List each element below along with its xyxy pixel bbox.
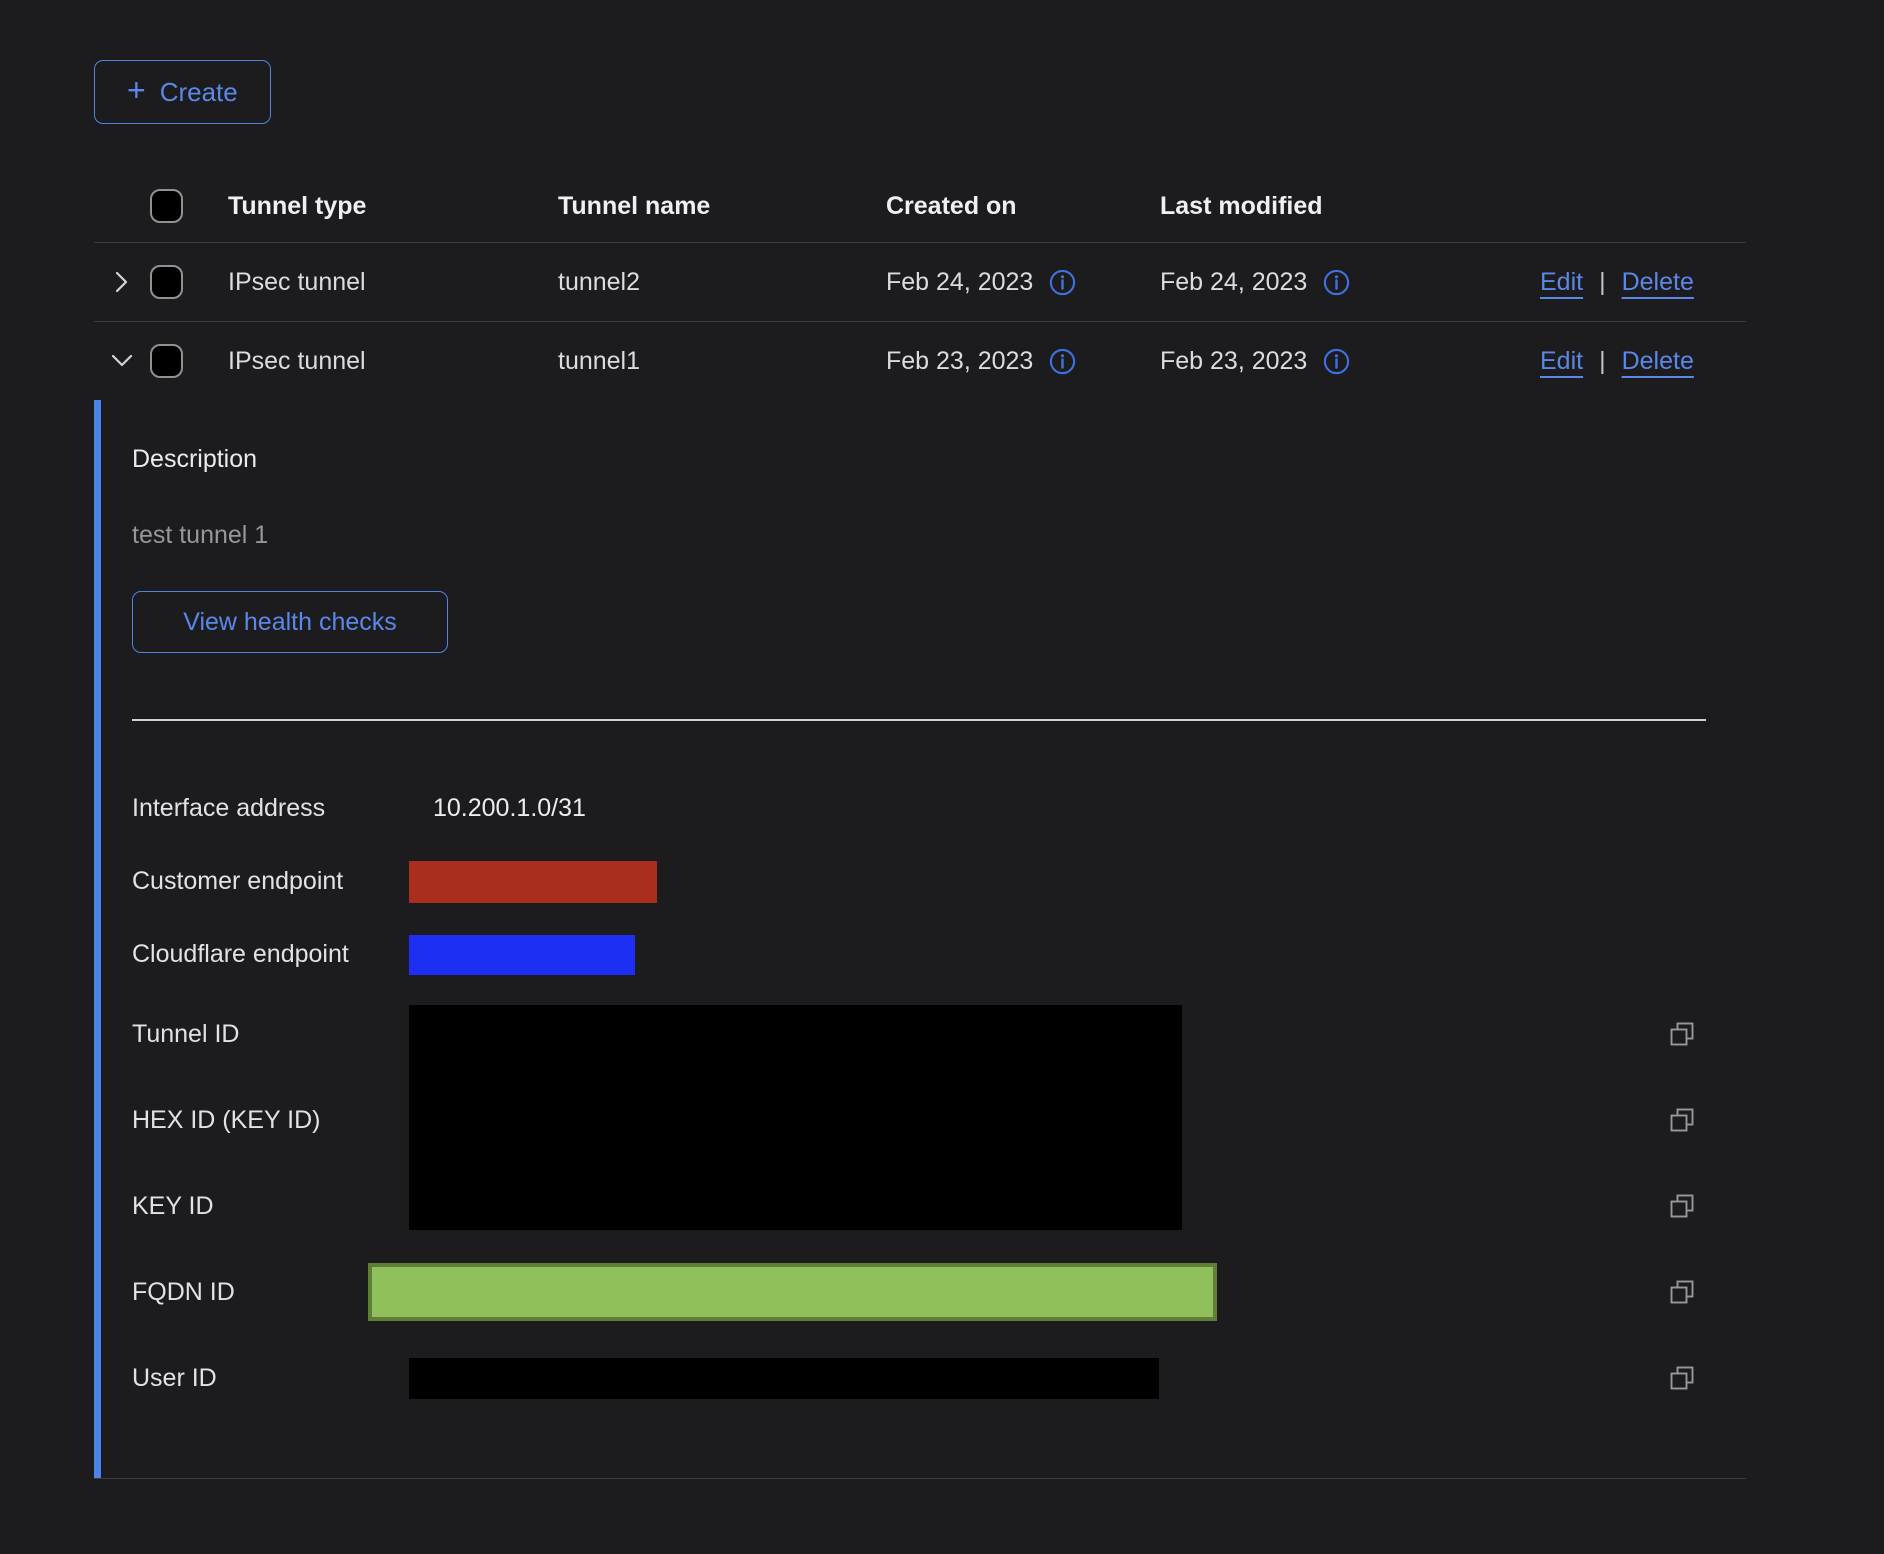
field-cloudflare-endpoint: Cloudflare endpoint bbox=[132, 918, 1746, 991]
created-info-button[interactable] bbox=[1049, 348, 1076, 375]
field-user-id: User ID bbox=[132, 1335, 1746, 1421]
created-info-button[interactable] bbox=[1049, 269, 1076, 296]
modified-info-button[interactable] bbox=[1323, 269, 1350, 296]
field-fqdn-id: FQDN ID bbox=[132, 1249, 1746, 1335]
edit-link[interactable]: Edit bbox=[1540, 347, 1583, 376]
view-health-checks-button[interactable]: View health checks bbox=[132, 591, 448, 653]
cell-created-on: Feb 23, 2023 bbox=[886, 347, 1160, 376]
cell-tunnel-type: IPsec tunnel bbox=[228, 347, 558, 376]
copy-icon bbox=[1668, 1106, 1696, 1134]
cell-tunnel-name: tunnel1 bbox=[558, 347, 886, 376]
header-tunnel-name: Tunnel name bbox=[558, 192, 886, 221]
fqdn-id-redacted-value bbox=[368, 1263, 1217, 1321]
cell-last-modified: Feb 24, 2023 bbox=[1160, 268, 1540, 297]
delete-link[interactable]: Delete bbox=[1622, 347, 1694, 376]
created-date: Feb 24, 2023 bbox=[886, 268, 1033, 297]
copy-icon bbox=[1668, 1364, 1696, 1392]
select-all-checkbox[interactable] bbox=[150, 189, 183, 223]
field-interface-address: Interface address 10.200.1.0/31 bbox=[132, 772, 1746, 845]
table-row-tunnel1: IPsec tunnel tunnel1 Feb 23, 2023 Feb 23… bbox=[94, 321, 1746, 400]
copy-icon bbox=[1668, 1020, 1696, 1048]
created-date: Feb 23, 2023 bbox=[886, 347, 1033, 376]
copy-icon bbox=[1668, 1278, 1696, 1306]
row-actions: Edit | Delete bbox=[1540, 268, 1746, 297]
table-row-tunnel2: IPsec tunnel tunnel2 Feb 24, 2023 Feb 24… bbox=[94, 242, 1746, 321]
customer-endpoint-label: Customer endpoint bbox=[132, 867, 409, 896]
cloudflare-endpoint-redacted-value bbox=[409, 935, 635, 975]
tunnel-fields: Interface address 10.200.1.0/31 Customer… bbox=[132, 772, 1746, 1421]
copy-fqdn-id-button[interactable] bbox=[1668, 1278, 1696, 1306]
copy-user-id-button[interactable] bbox=[1668, 1364, 1696, 1392]
chevron-right-icon bbox=[109, 269, 135, 295]
info-icon bbox=[1049, 348, 1076, 375]
info-icon bbox=[1323, 348, 1350, 375]
copy-hex-id-button[interactable] bbox=[1668, 1077, 1696, 1163]
field-id-group: Tunnel ID HEX ID (KEY ID) KEY ID bbox=[132, 991, 1746, 1249]
row-actions: Edit | Delete bbox=[1540, 347, 1746, 376]
copy-icon bbox=[1668, 1192, 1696, 1220]
create-button-label: Create bbox=[160, 77, 238, 108]
info-icon bbox=[1323, 269, 1350, 296]
user-id-redacted-value bbox=[409, 1358, 1159, 1399]
actions-separator: | bbox=[1599, 268, 1606, 297]
row-checkbox[interactable] bbox=[150, 265, 183, 299]
header-last-modified: Last modified bbox=[1160, 192, 1540, 221]
customer-endpoint-redacted-value bbox=[409, 861, 657, 903]
delete-link[interactable]: Delete bbox=[1622, 268, 1694, 297]
cloudflare-endpoint-label: Cloudflare endpoint bbox=[132, 940, 409, 969]
tunnel-id-label: Tunnel ID bbox=[132, 991, 409, 1077]
id-group-labels: Tunnel ID HEX ID (KEY ID) KEY ID bbox=[132, 991, 409, 1249]
modified-date: Feb 24, 2023 bbox=[1160, 268, 1307, 297]
create-button[interactable]: + Create bbox=[94, 60, 271, 124]
hex-id-label: HEX ID (KEY ID) bbox=[132, 1077, 409, 1163]
tunnels-table: Tunnel type Tunnel name Created on Last … bbox=[94, 170, 1746, 1479]
expand-row-button[interactable] bbox=[94, 262, 150, 302]
modified-date: Feb 23, 2023 bbox=[1160, 347, 1307, 376]
id-group-copy-buttons bbox=[1668, 991, 1696, 1249]
cell-tunnel-name: tunnel2 bbox=[558, 268, 886, 297]
header-created-on: Created on bbox=[886, 192, 1160, 221]
cell-last-modified: Feb 23, 2023 bbox=[1160, 347, 1540, 376]
cell-tunnel-type: IPsec tunnel bbox=[228, 268, 558, 297]
cell-created-on: Feb 24, 2023 bbox=[886, 268, 1160, 297]
section-divider bbox=[132, 719, 1706, 721]
actions-separator: | bbox=[1599, 347, 1606, 376]
row-checkbox[interactable] bbox=[150, 344, 183, 378]
info-icon bbox=[1049, 269, 1076, 296]
tunnel-details-panel: Description test tunnel 1 View health ch… bbox=[94, 400, 1746, 1478]
field-customer-endpoint: Customer endpoint bbox=[132, 845, 1746, 918]
user-id-label: User ID bbox=[132, 1364, 409, 1393]
view-health-checks-label: View health checks bbox=[183, 608, 397, 637]
table-header-row: Tunnel type Tunnel name Created on Last … bbox=[94, 170, 1746, 242]
copy-key-id-button[interactable] bbox=[1668, 1163, 1696, 1249]
interface-address-label: Interface address bbox=[132, 794, 409, 823]
id-group-redacted-value bbox=[409, 1005, 1182, 1230]
copy-tunnel-id-button[interactable] bbox=[1668, 991, 1696, 1077]
description-value: test tunnel 1 bbox=[132, 521, 1746, 550]
description-label: Description bbox=[132, 445, 1746, 474]
edit-link[interactable]: Edit bbox=[1540, 268, 1583, 297]
plus-icon: + bbox=[127, 74, 146, 106]
interface-address-value: 10.200.1.0/31 bbox=[409, 794, 586, 823]
header-tunnel-type: Tunnel type bbox=[228, 192, 558, 221]
modified-info-button[interactable] bbox=[1323, 348, 1350, 375]
key-id-label: KEY ID bbox=[132, 1163, 409, 1249]
collapse-row-button[interactable] bbox=[94, 341, 150, 381]
chevron-down-icon bbox=[109, 348, 135, 374]
